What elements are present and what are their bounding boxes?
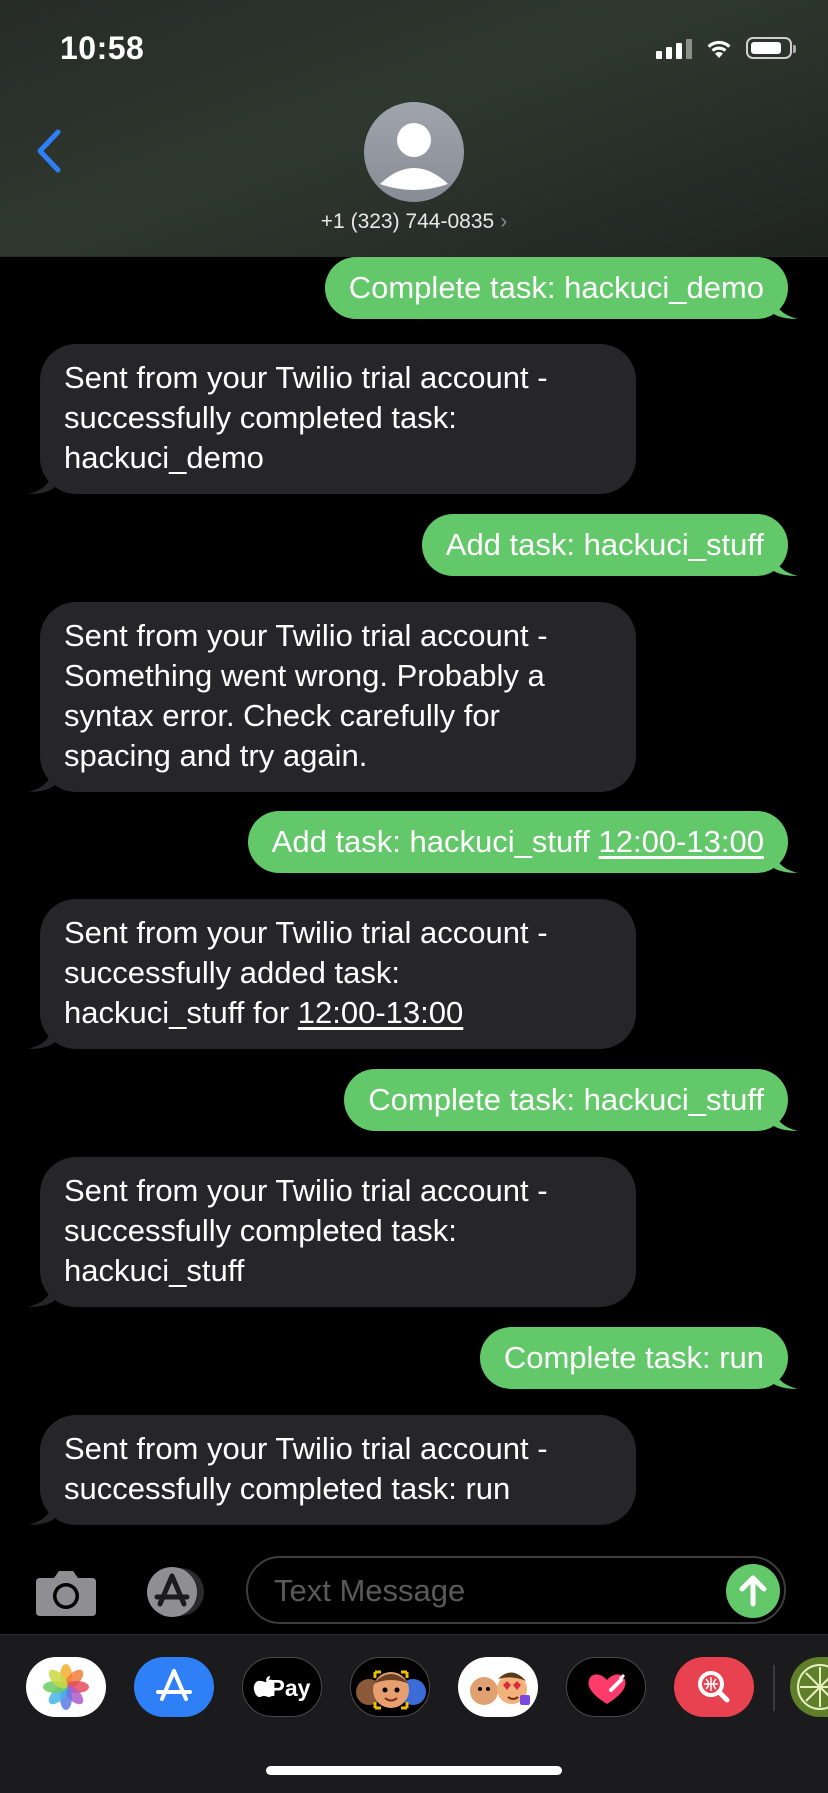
more-apps-icon[interactable] [790,1657,828,1717]
message-bubble-incoming[interactable]: Sent from your Twilio trial account - su… [28,899,636,1049]
message-bubble-outgoing[interactable]: Complete task: hackuci_demo [324,257,798,319]
sunburst-icon [797,1664,828,1710]
search-images-icon [698,1671,730,1703]
bubble-tail [772,845,798,873]
status-time: 10:58 [60,30,145,66]
search-images-app-icon[interactable] [674,1657,754,1717]
message-composer [0,1534,828,1634]
message-text: Complete task: hackuci_stuff [368,1082,764,1117]
photos-app-icon[interactable] [26,1657,106,1717]
message-bubble-incoming[interactable]: Sent from your Twilio trial account - su… [28,1415,636,1525]
message-thread[interactable]: Complete task: hackuci_demo Sent from yo… [0,256,828,1526]
message-bubble-incoming[interactable]: Sent from your Twilio trial account - So… [28,602,636,792]
message-bubble-outgoing[interactable]: Add task: hackuci_stuff 12:00-13:00 [247,811,798,873]
contact-avatar-icon[interactable] [364,102,464,202]
digital-touch-app-icon[interactable] [566,1657,646,1717]
memoji-icon [356,1670,426,1710]
message-text: Complete task: hackuci_demo [348,270,764,305]
send-arrow-icon [739,1575,767,1607]
apple-pay-label: Pay [269,1675,311,1701]
back-chevron-icon[interactable] [30,126,70,176]
camera-icon[interactable] [34,1566,98,1618]
bubble-tail [28,764,54,792]
message-bubble-outgoing[interactable]: Add task: hackuci_stuff [421,514,798,576]
message-input-wrapper [246,1556,786,1624]
memoji-stickers-app-icon[interactable] [458,1657,538,1717]
chevron-right-icon: › [500,210,508,233]
contact-number-text: +1 (323) 744-0835 [320,210,495,233]
cellular-signal-icon [656,37,692,59]
bubble-tail [772,1361,798,1389]
wifi-icon [707,40,731,58]
digital-touch-icon [588,1674,626,1704]
message-bubble-outgoing[interactable]: Complete task: hackuci_stuff [344,1069,798,1131]
send-button[interactable] [726,1564,780,1618]
memoji-app-icon[interactable] [350,1657,430,1717]
message-text: Add task: hackuci_stuff [445,527,764,562]
bubble-tail [28,1021,54,1049]
message-bubble-incoming[interactable]: Sent from your Twilio trial account - su… [28,344,636,494]
battery-icon [746,37,796,59]
message-bubble-incoming[interactable]: Sent from your Twilio trial account - su… [28,1157,636,1307]
contact-name[interactable]: +1 (323) 744-0835 › [0,210,828,234]
message-bubble-outgoing[interactable]: Complete task: run [479,1327,798,1389]
photos-icon [43,1664,89,1710]
app-store-app-icon[interactable] [134,1657,214,1717]
message-text: Sent from your Twilio trial account - su… [64,913,612,1033]
conversation-header: 10:58 +1 (323) 744-0835 › [0,0,828,257]
message-text: Sent from your Twilio trial account - su… [64,1173,548,1288]
message-text: Sent from your Twilio trial account - So… [64,618,548,773]
bubble-tail [28,466,54,494]
memoji-stickers-icon [470,1672,530,1705]
time-range-link[interactable]: 12:00-13:00 [298,995,463,1030]
apple-pay-app-icon[interactable]: Pay [242,1657,322,1717]
app-store-icon [156,1669,192,1701]
message-input[interactable] [272,1558,716,1624]
bubble-tail [28,1497,54,1525]
status-icons [656,36,796,60]
bubble-tail [772,291,798,319]
drawer-divider [773,1665,775,1711]
message-text: Sent from your Twilio trial account - su… [64,360,548,475]
bubble-tail [28,1279,54,1307]
message-text: Complete task: run [503,1340,764,1375]
bubble-tail [772,548,798,576]
home-indicator[interactable] [266,1766,562,1775]
bubble-tail [772,1103,798,1131]
message-text: Add task: hackuci_stuff [271,824,599,859]
message-text: Sent from your Twilio trial account - su… [64,1431,548,1506]
time-range-link[interactable]: 12:00-13:00 [599,824,764,859]
app-store-icon[interactable] [140,1566,212,1618]
